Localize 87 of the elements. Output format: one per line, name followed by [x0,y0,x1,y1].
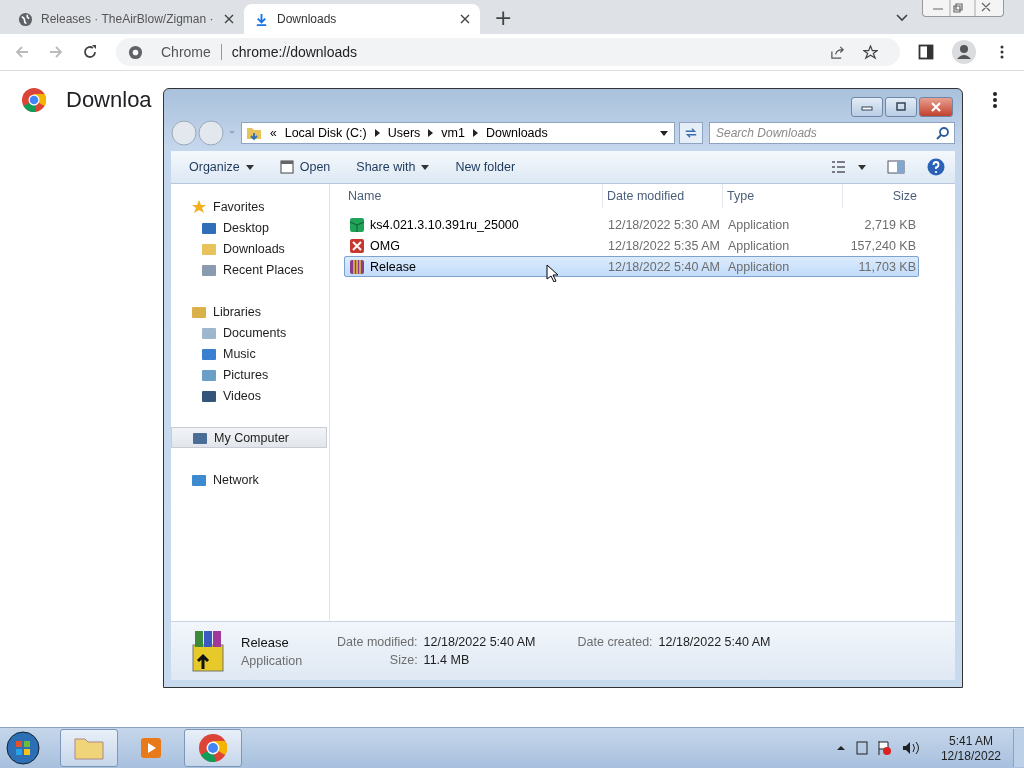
browser-tab[interactable]: Releases · TheAirBlow/Zigman · [8,4,244,34]
navigation-item[interactable]: Libraries [171,301,329,322]
close-icon[interactable] [224,14,234,24]
file-type: Application [241,653,304,668]
preview-pane-icon[interactable] [887,160,905,174]
breadcrumb-arrow-icon[interactable] [472,129,478,137]
search-icon[interactable] [936,126,950,140]
star-icon [191,198,207,215]
minimize-icon [861,103,873,111]
new-tab-button[interactable]: + [494,5,513,31]
breadcrumb-arrow-icon[interactable] [428,129,434,137]
chevron-down-icon[interactable] [896,14,908,22]
toolbar-button[interactable]: New folder [445,157,526,177]
file-name: Release [241,634,290,650]
reload-icon[interactable] [82,44,98,60]
detail-value: 12/18/2022 5:40 AM [658,635,771,649]
dropdown-icon[interactable] [660,130,668,136]
toolbar-button[interactable]: Organize [179,157,264,177]
toolbar-button[interactable]: Open [269,157,341,177]
navigation-item[interactable]: My Computer [171,427,327,448]
chrome-icon [199,734,227,762]
error-icon [349,237,365,254]
clock-date[interactable]: 12/18/2022 [940,748,1001,763]
column-header[interactable]: Type [723,184,843,208]
navigation-item[interactable]: Documents [171,322,329,343]
detail-label: Date modified: [337,635,418,649]
file-row[interactable]: Release 12/18/2022 5:40 AM Application 11,703 KB [344,256,919,277]
search-field[interactable]: Search Downloads [709,122,955,144]
close-icon [930,102,942,112]
navigation-item[interactable]: Favorites [171,196,329,217]
taskbar-button[interactable] [184,729,242,767]
breadcrumb-item[interactable]: Users [387,126,421,140]
view-options-icon[interactable] [831,160,867,174]
navigation-item[interactable]: Downloads [171,238,329,259]
file-row[interactable]: OMG 12/18/2022 5:35 AM Application 157,240 KB [344,235,919,256]
breadcrumb-item[interactable]: Local Disk (C:) [284,126,367,140]
detail-label: Size: [388,653,418,667]
file-row[interactable]: ks4.021.3.10.391ru_25000 12/18/2022 5:30 AM Application 2,719 KB [344,214,919,235]
refresh-icon [683,126,699,140]
start-button[interactable] [6,731,40,765]
chrome-icon [128,44,143,60]
download-icon [254,11,269,27]
close-icon[interactable] [460,14,470,24]
navigation-item[interactable]: Pictures [171,364,329,385]
caret-icon [421,164,430,170]
address-bar[interactable]: « Local Disk (C:) Users vm1 Downloads [241,122,675,144]
caret-icon [245,164,254,170]
cube-icon [349,216,365,233]
help-icon[interactable] [927,158,945,176]
share-icon[interactable] [830,44,845,60]
column-header[interactable]: Date modified [603,184,723,208]
minimize-button[interactable] [851,97,883,117]
toolbar-button[interactable]: Share with [346,157,440,177]
window-icon [279,160,294,174]
navigation-item[interactable]: Network [171,469,329,490]
refresh-button[interactable] [679,122,703,144]
archive-icon [349,258,365,275]
overflow-chevron[interactable]: « [270,126,277,140]
breadcrumb-item[interactable]: vm1 [441,126,465,140]
maximize-icon [895,102,907,112]
column-header[interactable]: Name [344,184,603,208]
page-title: Downloa [66,87,152,113]
detail-value: 12/18/2022 5:40 AM [423,635,536,649]
side-panel-icon[interactable] [918,44,934,60]
browser-tab[interactable]: Downloads [244,4,480,34]
mouse-cursor [546,264,558,282]
breadcrumb-item[interactable]: Downloads [485,126,548,140]
detail-value: 11.4 MB [423,653,471,667]
chrome-logo-icon [22,88,46,112]
maximize-button[interactable] [885,97,917,117]
detail-label: Date created: [577,635,653,649]
star-icon[interactable] [863,44,878,60]
taskbar-button[interactable] [60,729,118,767]
profile-icon[interactable] [952,40,976,64]
window-controls[interactable] [922,0,1004,17]
navigation-item[interactable]: Desktop [171,217,329,238]
close-button[interactable] [919,97,953,117]
more-icon[interactable] [992,91,998,109]
address-bar[interactable]: Chrome chrome://downloads [116,38,900,66]
navigation-item[interactable]: Music [171,343,329,364]
navigation-item[interactable]: Videos [171,385,329,406]
media-player-icon [139,736,163,760]
navigation-item[interactable]: Recent Places [171,259,329,280]
clock-time[interactable]: 5:41 AM [948,733,993,748]
breadcrumb-arrow-icon[interactable] [374,129,380,137]
column-header[interactable]: Size [843,184,917,208]
globe-icon [18,11,33,27]
